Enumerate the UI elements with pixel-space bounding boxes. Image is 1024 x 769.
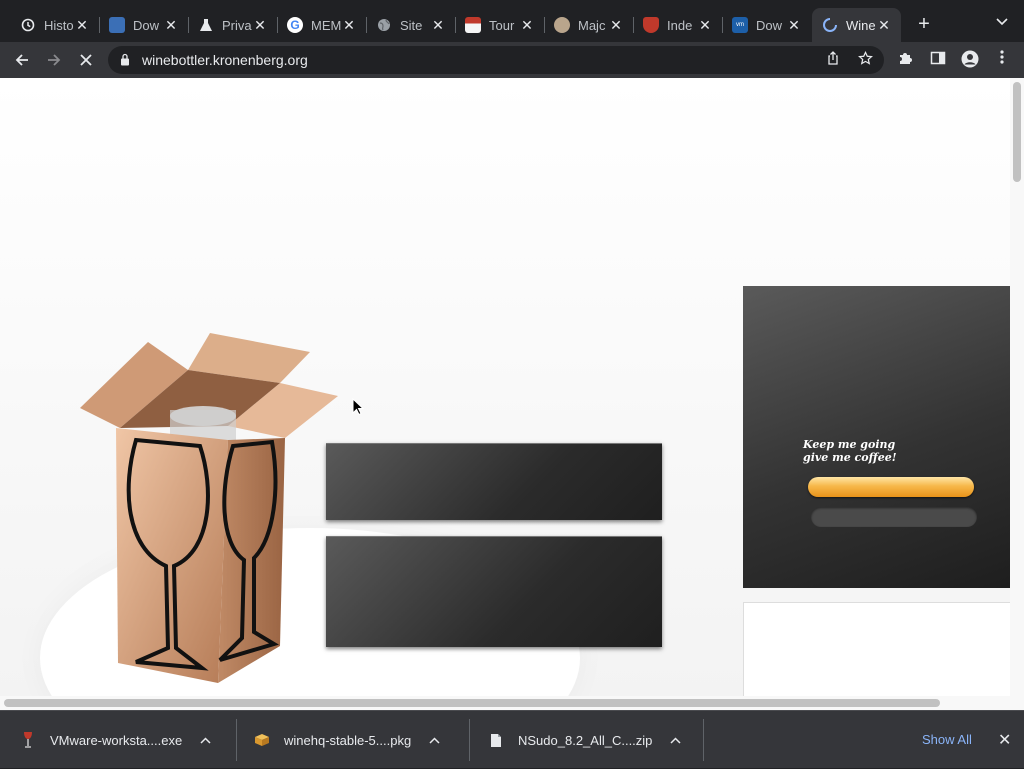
download-filename: NSudo_8.2_All_C....zip <box>518 732 653 748</box>
content-box <box>743 602 1010 696</box>
tab-title: Dow <box>756 17 783 33</box>
tab-wine-active[interactable]: Wine ✕ <box>812 8 901 42</box>
address-bar[interactable]: winebottler.kronenberg.org <box>108 46 884 74</box>
close-tab-icon[interactable]: ✕ <box>520 17 534 34</box>
bookmark-star-icon[interactable] <box>856 50 874 69</box>
tab-google-mem[interactable]: G MEM ✕ <box>277 8 367 42</box>
tab-search-chevron-icon[interactable] <box>992 15 1012 35</box>
download-item-nsudo[interactable]: NSudo_8.2_All_C....zip <box>468 711 704 769</box>
close-tab-icon[interactable]: ✕ <box>609 17 623 34</box>
download-item-winehq[interactable]: winehq-stable-5....pkg <box>234 711 470 769</box>
close-tab-icon[interactable]: ✕ <box>253 17 267 34</box>
donate-coffee-button[interactable] <box>808 477 974 497</box>
tab-title: Dow <box>133 17 160 33</box>
side-panel-icon[interactable] <box>928 50 948 70</box>
file-icon <box>488 731 504 749</box>
tab-title: Site <box>400 17 423 33</box>
new-tab-button[interactable]: + <box>912 13 936 37</box>
vmware-icon: vm <box>732 17 748 33</box>
browser-menu-icon[interactable] <box>992 50 1012 70</box>
wine-glass-file-icon <box>20 731 36 749</box>
tab-title: Wine <box>846 17 876 33</box>
download-item-vmware[interactable]: VMware-worksta....exe <box>0 711 236 769</box>
back-button[interactable] <box>10 48 34 72</box>
lock-icon[interactable] <box>120 53 130 66</box>
flask-icon <box>198 17 214 33</box>
tab-privacy[interactable]: Priva ✕ <box>188 8 278 42</box>
horizontal-scroll-thumb[interactable] <box>4 699 940 707</box>
tab-title: Tour <box>489 17 515 33</box>
close-downloads-bar-icon[interactable]: ✕ <box>998 730 1011 750</box>
donation-panel: Keep me going give me coffee! <box>743 286 1010 588</box>
close-tab-icon[interactable]: ✕ <box>698 17 712 34</box>
wine-site-icon <box>643 17 659 33</box>
close-tab-icon[interactable]: ✕ <box>164 17 178 34</box>
download-filename: VMware-worksta....exe <box>50 732 183 748</box>
profile-avatar-icon[interactable] <box>960 50 980 70</box>
vertical-scrollbar[interactable] <box>1010 78 1024 696</box>
tab-title: Histo <box>44 17 74 33</box>
share-icon[interactable] <box>824 51 842 69</box>
download-filename: winehq-stable-5....pkg <box>284 732 412 748</box>
tab-title: Priva <box>222 17 252 33</box>
tab-strip: Histo ✕ Dow ✕ Priva ✕ G MEM ✕ Site ✕ Tou… <box>0 0 1024 44</box>
chevron-up-icon[interactable] <box>429 733 440 747</box>
wine-box-illustration <box>80 333 338 683</box>
secondary-button[interactable] <box>811 507 977 527</box>
chevron-up-icon[interactable] <box>200 733 211 747</box>
coffee-message: Keep me going give me coffee! <box>803 438 897 464</box>
download-site-icon <box>109 17 125 33</box>
tab-title: Inde <box>667 17 693 33</box>
browser-toolbar: winebottler.kronenberg.org <box>0 42 1024 78</box>
extensions-puzzle-icon[interactable] <box>896 50 916 70</box>
close-tab-icon[interactable]: ✕ <box>342 17 356 34</box>
package-icon <box>254 731 270 749</box>
tour-site-icon <box>465 17 481 33</box>
tab-title: Majc <box>578 17 606 33</box>
close-tab-icon[interactable]: ✕ <box>75 17 89 34</box>
tab-history[interactable]: Histo ✕ <box>10 8 100 42</box>
stop-loading-button[interactable] <box>74 48 98 72</box>
globe-icon <box>376 17 392 33</box>
mouse-cursor-icon <box>352 398 364 416</box>
tab-index[interactable]: Inde ✕ <box>633 8 723 42</box>
download-divider <box>703 719 704 761</box>
tab-download-1[interactable]: Dow ✕ <box>99 8 189 42</box>
show-all-downloads-link[interactable]: Show All <box>922 732 972 747</box>
tab-vmware-download[interactable]: vm Dow ✕ <box>722 8 811 42</box>
url-text[interactable]: winebottler.kronenberg.org <box>142 52 308 68</box>
tab-majc[interactable]: Majc ✕ <box>544 8 634 42</box>
downloads-bar: VMware-worksta....exe winehq-stable-5...… <box>0 710 1024 768</box>
loading-spinner-icon <box>822 17 838 33</box>
tab-site[interactable]: Site ✕ <box>366 8 456 42</box>
close-tab-icon[interactable]: ✕ <box>431 17 445 34</box>
tab-tour[interactable]: Tour ✕ <box>455 8 545 42</box>
chevron-up-icon[interactable] <box>670 733 681 747</box>
majc-site-icon <box>554 17 570 33</box>
web-page-content: Keep me going give me coffee! <box>0 78 1010 696</box>
close-tab-icon[interactable]: ✕ <box>787 17 801 34</box>
history-icon <box>20 17 36 33</box>
horizontal-scrollbar[interactable] <box>0 696 1024 710</box>
google-icon: G <box>287 17 303 33</box>
vertical-scroll-thumb[interactable] <box>1013 82 1021 182</box>
tab-title: MEM <box>311 17 341 33</box>
dark-panel-bottom <box>326 536 662 647</box>
close-tab-icon[interactable]: ✕ <box>877 17 891 34</box>
dark-panel-top <box>326 443 662 520</box>
forward-button[interactable] <box>42 48 66 72</box>
